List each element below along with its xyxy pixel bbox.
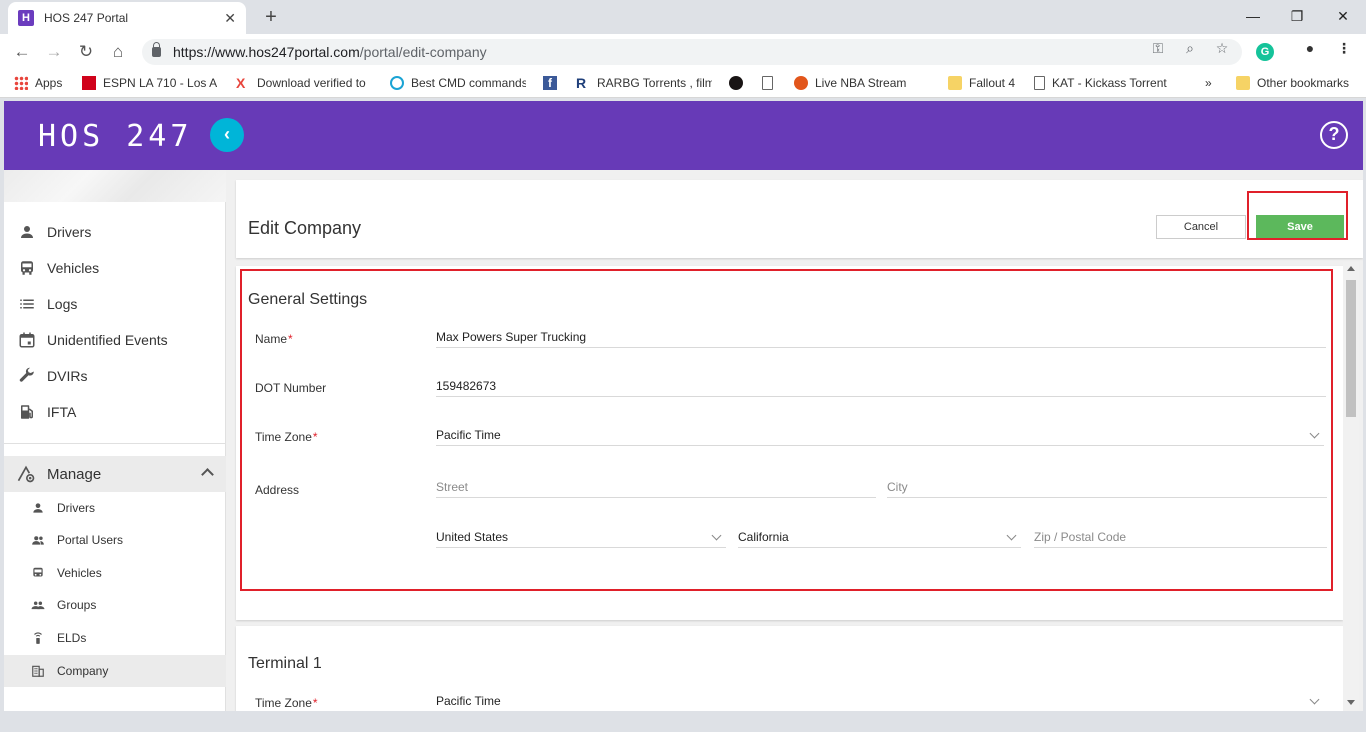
bookmark-espn[interactable]: ESPN LA 710 - Los An [82, 76, 217, 90]
maximize-icon[interactable]: ❐ [1282, 4, 1312, 28]
page-header-card: Edit Company Cancel Save [236, 180, 1363, 258]
list-icon [20, 299, 34, 309]
url-text: https://www.hos247portal.com/portal/edit… [173, 44, 487, 60]
bookmark-cmd[interactable]: Best CMD commands [390, 76, 526, 90]
sidebar-item-drivers[interactable]: Drivers [4, 214, 226, 250]
manage-gear-icon [17, 465, 35, 483]
tab-title: HOS 247 Portal [44, 11, 129, 25]
building-icon [32, 665, 44, 677]
sidebar-subitem-vehicles[interactable]: Vehicles [4, 557, 226, 589]
close-window-icon[interactable]: ✕ [1328, 4, 1358, 28]
sidebar-subitem-groups[interactable]: Groups [4, 589, 226, 621]
minimize-icon[interactable]: — [1238, 4, 1268, 28]
person-icon [33, 503, 43, 513]
cancel-button[interactable]: Cancel [1156, 215, 1246, 239]
profile-extension-icon[interactable]: ● [1300, 40, 1320, 56]
content-scrollbar[interactable] [1343, 262, 1359, 711]
lock-icon [152, 42, 161, 57]
scrollbar-thumb[interactable] [1346, 280, 1356, 417]
fuel-icon [21, 405, 33, 419]
main-content: Edit Company Cancel Save General Setting… [226, 170, 1363, 711]
person-icon [21, 226, 33, 238]
sidebar-item-unidentified-events[interactable]: Unidentified Events [4, 322, 226, 358]
scroll-down-icon[interactable] [1347, 700, 1355, 705]
x-icon: X [236, 76, 246, 90]
sidebar-banner [4, 170, 226, 202]
app-logo[interactable]: HOS 247 [38, 119, 192, 154]
group-icon [31, 601, 45, 610]
bookmark-nba[interactable]: Live NBA Stream [794, 76, 930, 90]
sidebar-subitem-company[interactable]: Company [4, 655, 226, 687]
bookmark-facebook[interactable]: f [543, 76, 564, 90]
forward-arrow-icon[interactable]: → [42, 40, 66, 64]
basketball-icon [794, 76, 808, 90]
chevron-down-icon [1309, 694, 1320, 705]
folder-icon [1236, 76, 1250, 90]
sidebar-item-vehicles[interactable]: Vehicles [4, 250, 226, 286]
sidebar-item-ifta[interactable]: IFTA [4, 394, 226, 430]
bookmark-download[interactable]: X Download verified to [236, 76, 370, 90]
bookmark-other[interactable]: Other bookmarks [1236, 76, 1349, 90]
save-button-highlight [1247, 191, 1348, 240]
facebook-icon: f [543, 76, 557, 90]
sidebar-subitem-drivers[interactable]: Drivers [4, 492, 226, 524]
terminal-title: Terminal 1 [248, 655, 322, 672]
help-icon[interactable]: ? [1320, 121, 1348, 149]
sidebar-subitem-portal-users[interactable]: Portal Users [4, 524, 226, 556]
terminal-time-zone-select[interactable]: Pacific Time [436, 690, 1324, 711]
bookmark-spotify[interactable] [729, 76, 750, 90]
sidebar-manage-toggle[interactable]: Manage [4, 456, 226, 492]
address-bar[interactable]: https://www.hos247portal.com/portal/edit… [142, 39, 1242, 65]
menu-dots-icon[interactable]: ⋮ [1334, 40, 1354, 57]
scroll-up-icon[interactable] [1347, 266, 1355, 271]
page-title: Edit Company [248, 218, 362, 238]
people-icon [32, 536, 44, 545]
bus-icon [33, 567, 43, 577]
browser-tab[interactable]: H HOS 247 Portal ✕ [8, 2, 246, 34]
terminal-time-zone-label: Time Zone* [255, 696, 318, 710]
sidebar-divider [4, 443, 226, 444]
bookmark-rarbg[interactable]: R RARBG Torrents , film [576, 76, 712, 90]
hos-favicon-icon: H [18, 10, 34, 26]
folder-icon [948, 76, 962, 90]
general-settings-highlight [240, 269, 1333, 591]
bookmark-kat[interactable]: KAT - Kickass Torrent [1034, 76, 1170, 90]
star-icon[interactable]: ☆ [1212, 40, 1232, 57]
sidebar-item-logs[interactable]: Logs [4, 286, 226, 322]
home-icon[interactable]: ⌂ [106, 40, 130, 64]
close-tab-icon[interactable]: ✕ [224, 10, 236, 27]
window-frame-bottom [0, 711, 1366, 732]
reload-icon[interactable]: ↻ [74, 40, 98, 64]
chevron-up-icon [201, 468, 214, 481]
wrench-icon [19, 367, 34, 382]
bookmark-apps[interactable]: Apps [14, 76, 62, 90]
app-header: HOS 247 ‹ ? [4, 101, 1363, 170]
r-icon: R [576, 76, 587, 90]
chevron-left-icon: ‹ [224, 124, 230, 144]
back-arrow-icon[interactable]: ← [10, 40, 34, 64]
collapse-sidebar-button[interactable]: ‹ [210, 118, 244, 152]
sidebar-subitem-elds[interactable]: ELDs [4, 622, 226, 654]
terminal-card: Terminal 1 Time Zone* Pacific Time [236, 626, 1343, 711]
sidebar-item-dvirs[interactable]: DVIRs [4, 358, 226, 394]
calendar-icon [19, 332, 35, 348]
grammarly-extension-icon[interactable]: G [1256, 43, 1274, 61]
page-icon [762, 76, 773, 90]
page-icon [1034, 76, 1045, 90]
browser-tab-bar: H HOS 247 Portal ✕ + — ❐ ✕ [0, 0, 1366, 34]
bookmark-fallout[interactable]: Fallout 4 [948, 76, 1015, 90]
key-icon[interactable]: ⚿ [1148, 40, 1168, 57]
bus-icon [21, 261, 33, 275]
globe-icon [390, 76, 404, 90]
zoom-icon[interactable]: ⌕ [1180, 40, 1200, 57]
eld-icon [34, 632, 42, 644]
bookmarks-bar: Apps ESPN LA 710 - Los An X Download ver… [0, 70, 1366, 98]
sidebar: Drivers Vehicles Logs Unidentified Event… [4, 170, 226, 728]
apps-grid-icon [14, 76, 28, 90]
bookmarks-overflow[interactable]: » [1205, 76, 1212, 90]
spotify-icon [729, 76, 743, 90]
bookmark-page[interactable] [762, 76, 780, 90]
new-tab-icon[interactable]: + [258, 4, 284, 30]
espn-icon [82, 76, 96, 90]
